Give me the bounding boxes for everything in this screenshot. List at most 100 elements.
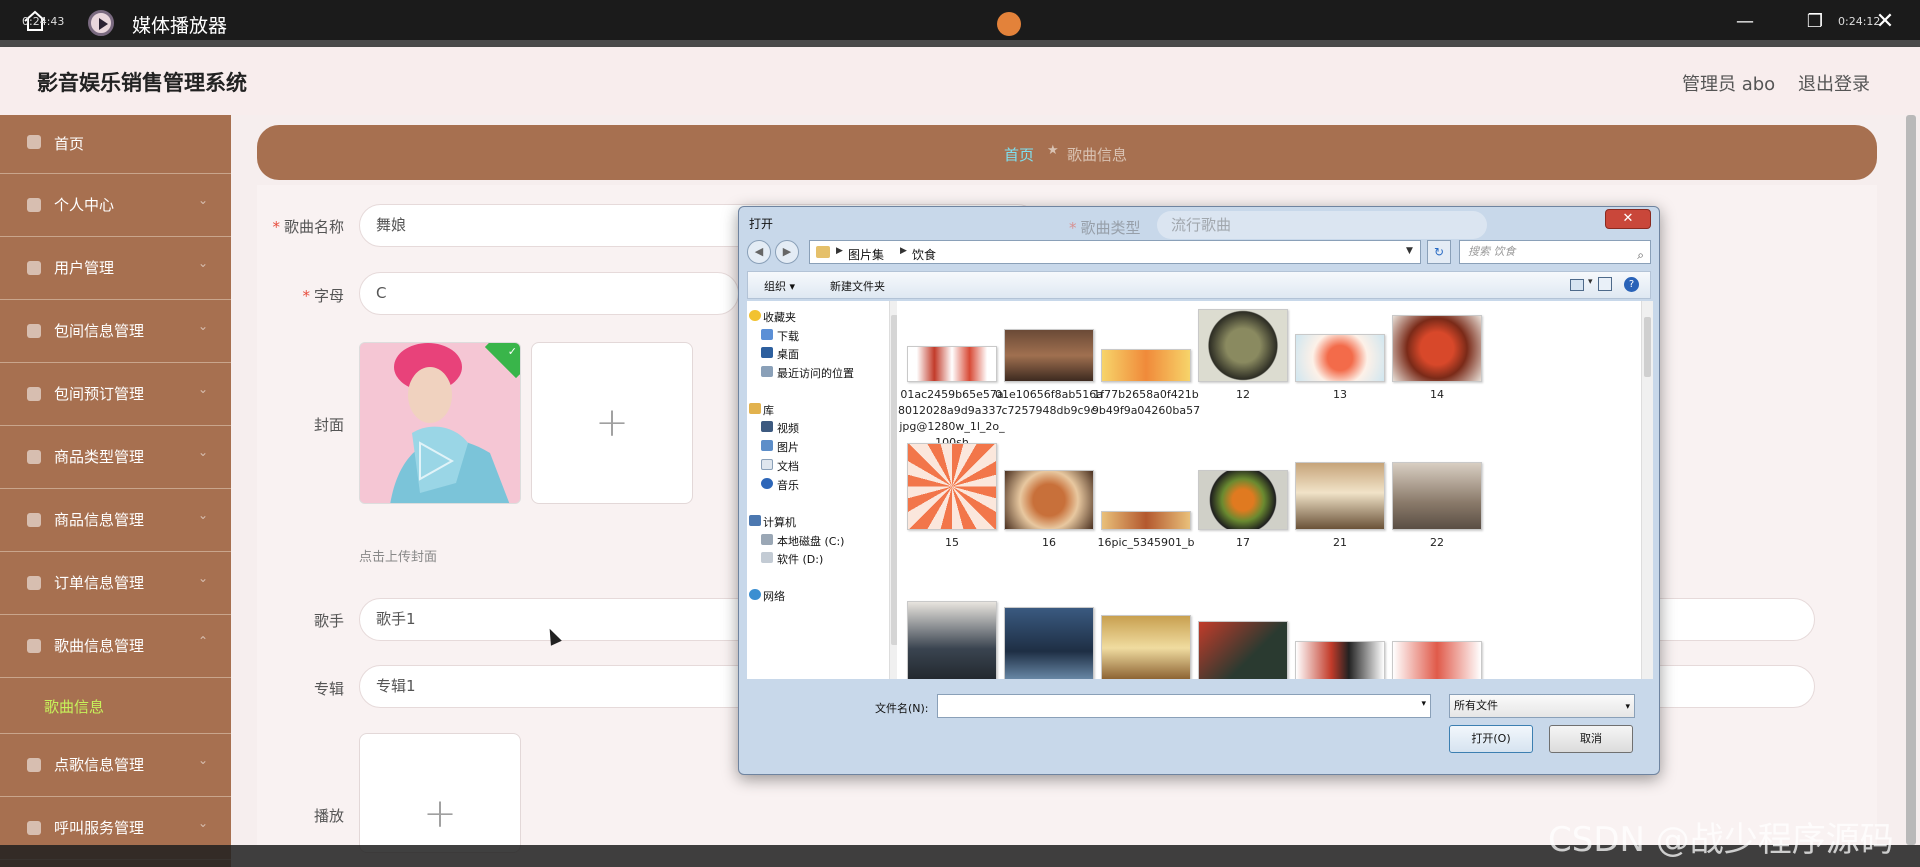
nav-desktop[interactable]: 桌面	[761, 346, 799, 362]
user-icon	[27, 261, 41, 275]
file-thumbnail	[1198, 470, 1288, 530]
page-scrollbar[interactable]	[1906, 115, 1916, 845]
breadcrumb-home[interactable]: 首页	[1004, 144, 1034, 165]
chevron-down-icon: ⌄	[198, 256, 209, 270]
sidebar-item-personal-center[interactable]: 个人中心 ⌄	[0, 174, 231, 237]
nav-downloads[interactable]: 下载	[761, 328, 799, 344]
file-thumbnail	[907, 346, 997, 382]
video-icon	[761, 421, 773, 432]
music-icon	[761, 478, 773, 489]
sidebar-item-order-info[interactable]: 订单信息管理 ⌄	[0, 552, 231, 615]
file-thumbnail	[1198, 621, 1288, 679]
user-icon	[27, 198, 41, 212]
sidebar-subitem-song-info[interactable]: 歌曲信息	[0, 678, 231, 734]
letter-input[interactable]: C	[359, 272, 739, 315]
library-icon	[749, 403, 761, 414]
new-folder-button[interactable]: 新建文件夹	[830, 278, 885, 294]
file-thumbnail	[907, 443, 997, 530]
sidebar-item-user-management[interactable]: 用户管理 ⌄	[0, 237, 231, 300]
file-pane-scrollbar[interactable]	[1641, 301, 1653, 679]
sidebar-subitem-label: 歌曲信息	[44, 698, 105, 716]
download-icon	[761, 329, 773, 340]
filename-label: 文件名(N):	[875, 702, 929, 715]
nav-pictures[interactable]: 图片	[761, 439, 799, 455]
file-name: 16	[1042, 536, 1056, 549]
nav-documents[interactable]: 文档	[761, 458, 799, 474]
cup-icon	[27, 821, 41, 835]
back-icon[interactable]: ◀	[747, 240, 771, 264]
cover-label: 封面	[313, 416, 344, 434]
user-icon	[27, 576, 41, 590]
sidebar-item-song-info[interactable]: 歌曲信息管理 ⌃	[0, 615, 231, 678]
cover-image[interactable]: ✓	[359, 342, 521, 504]
nav-network[interactable]: 网络	[749, 588, 785, 604]
open-button[interactable]: 打开(O)	[1449, 725, 1533, 753]
letter-label: * 字母	[302, 287, 344, 305]
refresh-icon[interactable]: ↻	[1427, 240, 1451, 264]
watermark: CSDN @战少程序源码	[1548, 820, 1894, 860]
restore-icon[interactable]: ❐	[1800, 8, 1830, 36]
sidebar-item-goods-info[interactable]: 商品信息管理 ⌄	[0, 489, 231, 552]
nav-music[interactable]: 音乐	[761, 477, 799, 493]
chevron-down-icon: ⌄	[198, 571, 209, 585]
help-icon[interactable]: ?	[1624, 277, 1639, 292]
address-crumb[interactable]: 图片集	[848, 246, 884, 263]
sidebar-item-room-booking[interactable]: 包间预订管理 ⌄	[0, 363, 231, 426]
search-icon[interactable]: ⌕	[1637, 244, 1644, 266]
sidebar-item-song-request[interactable]: 点歌信息管理 ⌄	[0, 734, 231, 797]
sidebar-item-goods-type[interactable]: 商品类型管理 ⌄	[0, 426, 231, 489]
sidebar-item-label: 包间信息管理	[54, 322, 145, 340]
chevron-down-icon[interactable]: ▼	[1406, 246, 1413, 256]
nav-computer[interactable]: 计算机	[749, 514, 796, 530]
view-options-icon[interactable]	[1570, 277, 1596, 293]
nav-disk-d[interactable]: 软件 (D:)	[761, 551, 823, 567]
minimize-icon[interactable]: —	[1730, 8, 1760, 36]
file-thumbnail	[1004, 329, 1094, 382]
organize-button[interactable]: 组织 ▾	[764, 278, 795, 294]
nav-recent[interactable]: 最近访问的位置	[761, 365, 854, 381]
album-label: 专辑	[313, 680, 344, 698]
sidebar-item-room-info[interactable]: 包间信息管理 ⌄	[0, 300, 231, 363]
file-name: 1f77b2658a0f421b9b49f9a04260ba57	[1091, 388, 1201, 417]
nav-disk-c[interactable]: 本地磁盘 (C:)	[761, 533, 844, 549]
logout-link[interactable]: 退出登录	[1798, 70, 1870, 96]
media-player-titlebar: 媒体播放器 — ❐ ✕	[0, 0, 1920, 40]
chevron-down-icon: ⌄	[198, 382, 209, 396]
cover-portrait-image	[360, 343, 520, 503]
sidebar-item-label: 首页	[54, 135, 85, 153]
top-progress-strip	[0, 40, 1920, 47]
file-thumbnail	[1004, 607, 1094, 679]
play-upload-box[interactable]: +	[359, 733, 521, 853]
filename-input[interactable]	[937, 694, 1431, 718]
breadcrumb-current: 歌曲信息	[1067, 146, 1128, 164]
nav-favorites[interactable]: 收藏夹	[749, 309, 796, 325]
address-bar[interactable]: ▶ 图片集 ▶ 饮食 ▼	[809, 240, 1421, 264]
preview-pane-icon[interactable]	[1598, 277, 1612, 291]
song-type-input[interactable]: 流行歌曲	[1157, 211, 1487, 239]
filetype-select[interactable]: 所有文件	[1449, 694, 1635, 718]
file-name: 12	[1236, 388, 1250, 401]
search-input[interactable]: 搜索 饮食 ⌕	[1459, 240, 1651, 264]
file-name: 14	[1430, 388, 1444, 401]
forward-icon[interactable]: ▶	[775, 240, 799, 264]
file-list-pane: 01ac2459b65e57a8012028a9d9a337.jpg@1280w…	[897, 301, 1641, 679]
nav-videos[interactable]: 视频	[761, 420, 799, 436]
address-crumb[interactable]: 饮食	[912, 246, 936, 263]
current-time: 0:24:43	[22, 15, 65, 28]
file-name: 01ac2459b65e57a8012028a9d9a337.jpg@1280w…	[898, 388, 1006, 449]
sidebar-item-label: 包间预订管理	[54, 385, 145, 403]
play-icon[interactable]	[997, 12, 1021, 36]
dialog-nav-pane: 收藏夹 下载 桌面 最近访问的位置 库 视频 图片 文档 音乐 计算机 本地磁盘…	[747, 301, 899, 679]
dialog-close-icon[interactable]: ✕	[1605, 209, 1651, 229]
grid-icon	[27, 450, 41, 464]
sidebar-item-home[interactable]: 首页	[0, 115, 231, 174]
file-thumbnail	[1392, 315, 1482, 382]
nav-libraries[interactable]: 库	[749, 402, 774, 418]
cover-upload-box[interactable]: +	[531, 342, 693, 504]
cancel-button[interactable]: 取消	[1549, 725, 1633, 753]
disk-icon	[761, 534, 773, 545]
star-icon	[749, 310, 761, 321]
file-name: 17	[1236, 536, 1250, 549]
sidebar-item-label: 个人中心	[54, 196, 115, 214]
file-thumbnail	[1392, 462, 1482, 530]
